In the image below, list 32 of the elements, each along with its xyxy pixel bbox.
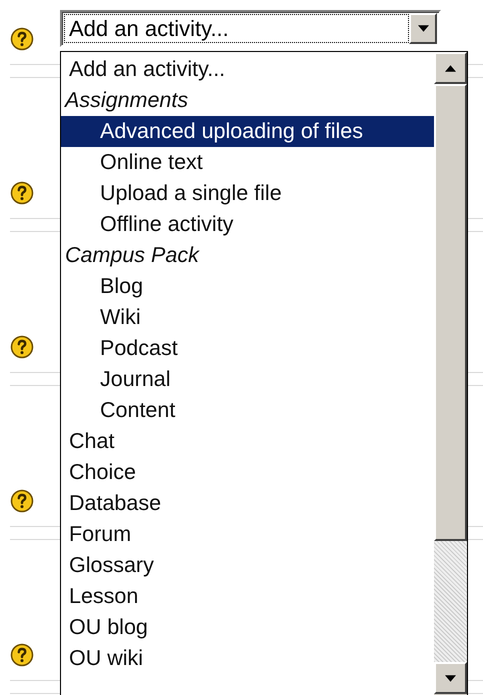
option-item[interactable]: Glossary: [61, 550, 434, 581]
caret-icon: [418, 25, 428, 32]
option-group-label: Assignments: [63, 87, 190, 114]
dropdown-arrow-button[interactable]: [409, 13, 437, 44]
option-item[interactable]: Wiki: [61, 302, 434, 333]
help-icon[interactable]: [10, 181, 34, 205]
scrollbar-thumb[interactable]: [434, 84, 467, 541]
help-icon[interactable]: [10, 335, 34, 359]
option-item[interactable]: Choice: [61, 457, 434, 488]
help-icon[interactable]: [10, 27, 34, 51]
option-item[interactable]: Chat: [61, 426, 434, 457]
option-item[interactable]: Online text: [61, 147, 434, 178]
scroll-down-button[interactable]: [434, 662, 467, 694]
option-item[interactable]: Podcast: [61, 333, 434, 364]
option-item[interactable]: Lesson: [61, 581, 434, 612]
option-item[interactable]: Blog: [61, 271, 434, 302]
option-item[interactable]: Database: [61, 488, 434, 519]
help-icon[interactable]: [10, 643, 34, 667]
option-item[interactable]: Offline activity: [61, 209, 434, 240]
activity-dropdown[interactable]: Add an activity...: [60, 10, 441, 47]
scroll-up-button[interactable]: [434, 52, 467, 84]
option-item[interactable]: Upload a single file: [61, 178, 434, 209]
option-item[interactable]: Advanced uploading of files: [61, 116, 434, 147]
option-item[interactable]: OU wiki: [61, 643, 434, 674]
option-item[interactable]: Forum: [61, 519, 434, 550]
option-group-label: Campus Pack: [64, 242, 200, 269]
dropdown-value: Add an activity...: [64, 14, 409, 43]
option-item[interactable]: Journal: [61, 364, 434, 395]
option-item[interactable]: Add an activity...: [61, 54, 434, 85]
option-item[interactable]: OU blog: [61, 612, 434, 643]
help-icon[interactable]: [10, 489, 34, 513]
option-item[interactable]: Content: [61, 395, 434, 426]
